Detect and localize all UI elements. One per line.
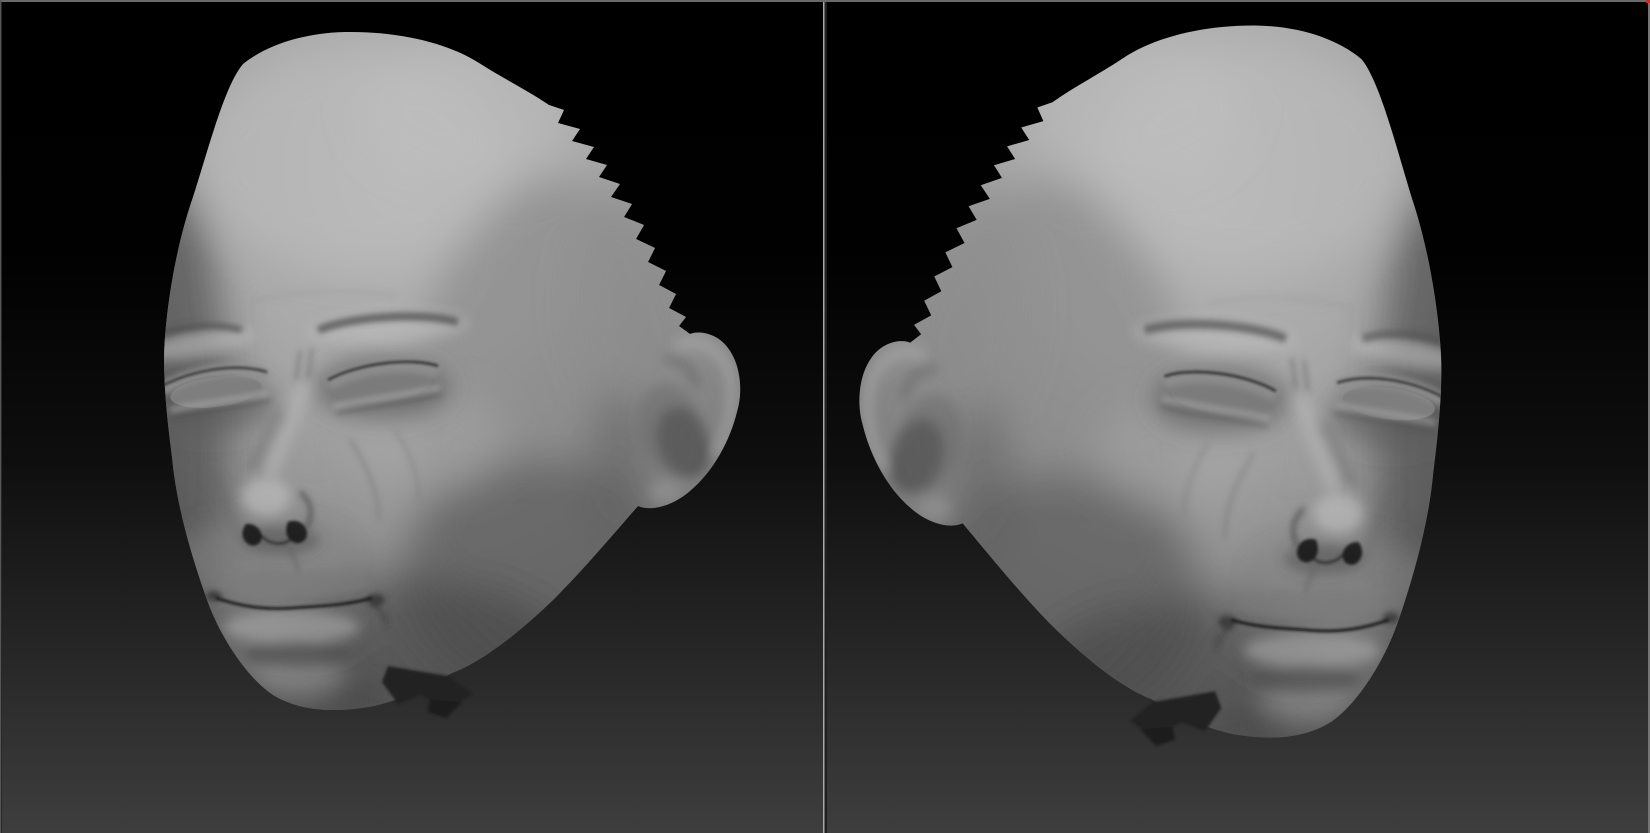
zbrush-document-area [0, 0, 1650, 833]
frame-top-border [0, 0, 1650, 2]
frame-left-border-inner [1, 0, 2, 833]
corner-red-mark [1646, 0, 1650, 3]
sculpt-canvas-left [0, 0, 823, 833]
sculpt-viewport-right[interactable] [827, 0, 1650, 833]
panel-divider [823, 0, 827, 833]
sculpt-canvas-right [827, 0, 1650, 833]
frame-left-border [0, 0, 1, 833]
sculpt-viewport-left[interactable] [0, 0, 823, 833]
